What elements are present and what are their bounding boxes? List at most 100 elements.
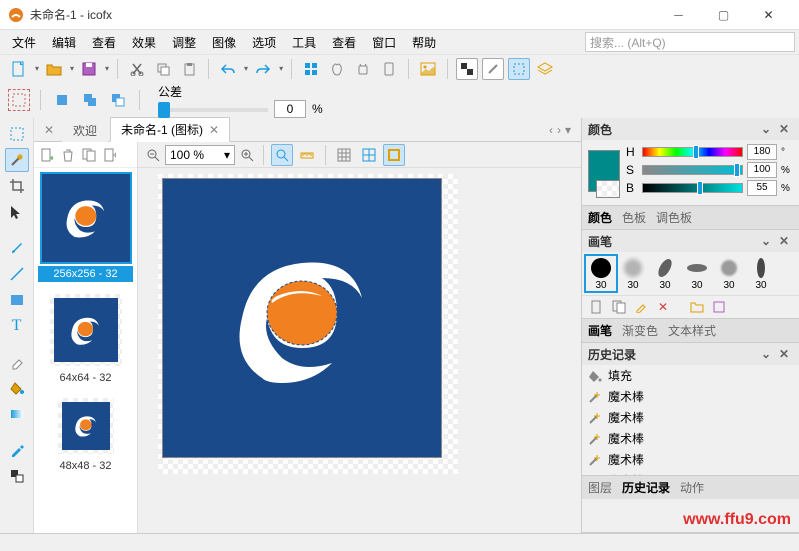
tab-list[interactable]: ▾	[565, 123, 571, 137]
menu-view2[interactable]: 查看	[324, 32, 364, 53]
history-item[interactable]: 魔术棒	[582, 428, 799, 449]
new-button[interactable]	[8, 58, 30, 80]
paste-button[interactable]	[178, 58, 200, 80]
tolerance-slider[interactable]	[158, 108, 268, 112]
brush-save[interactable]	[710, 298, 728, 316]
size-item[interactable]: 48x48 - 32	[34, 392, 137, 480]
guides-button[interactable]	[358, 144, 380, 166]
menu-options[interactable]: 选项	[244, 32, 284, 53]
background-color[interactable]	[596, 180, 620, 198]
selection-tool-icon[interactable]	[8, 89, 30, 111]
fill-tool[interactable]	[5, 376, 29, 400]
tab-next[interactable]: ›	[557, 123, 561, 137]
sat-slider[interactable]	[642, 165, 743, 175]
history-tab-layers[interactable]: 图层	[588, 479, 612, 496]
move-tool[interactable]	[5, 200, 29, 224]
brush-tool[interactable]	[5, 236, 29, 260]
android-icon[interactable]	[352, 58, 374, 80]
color-tab-swatch[interactable]: 色板	[622, 209, 646, 226]
gradient-tool[interactable]	[5, 402, 29, 426]
add-size-button[interactable]	[38, 146, 56, 164]
color-swap-tool[interactable]	[5, 464, 29, 488]
undo-button[interactable]	[217, 58, 239, 80]
brush-preset[interactable]: 30	[586, 256, 616, 291]
brush-tab-brush[interactable]: 画笔	[588, 322, 612, 339]
brush-tab-gradient[interactable]: 渐变色	[622, 322, 658, 339]
brush-tab-text[interactable]: 文本样式	[668, 322, 716, 339]
open-button[interactable]	[43, 58, 65, 80]
minimize-button[interactable]: ─	[656, 0, 701, 30]
windows-icon[interactable]	[300, 58, 322, 80]
history-item[interactable]: 魔术棒	[582, 386, 799, 407]
cut-button[interactable]	[126, 58, 148, 80]
copy-button[interactable]	[152, 58, 174, 80]
grid-button[interactable]	[333, 144, 355, 166]
bri-value[interactable]: 55	[747, 180, 777, 196]
brush-preset[interactable]: 30	[650, 256, 680, 291]
close-icon[interactable]: ✕	[779, 347, 793, 361]
zoom-combo[interactable]: 100 %▾	[165, 145, 235, 165]
menu-image[interactable]: 图像	[204, 32, 244, 53]
eyedropper-tool[interactable]	[5, 438, 29, 462]
chevron-down-icon[interactable]: ⌄	[761, 347, 775, 361]
tab-document[interactable]: 未命名-1 (图标)✕	[110, 117, 230, 142]
chevron-down-icon[interactable]: ▾	[35, 64, 39, 73]
size-item[interactable]: 256x256 - 32	[34, 168, 137, 288]
phone-icon[interactable]	[378, 58, 400, 80]
chevron-down-icon[interactable]: ▾	[279, 64, 283, 73]
eraser-tool[interactable]	[5, 350, 29, 374]
bri-slider[interactable]	[642, 183, 743, 193]
zoom-in-button[interactable]	[238, 146, 256, 164]
color-tab-color[interactable]: 颜色	[588, 209, 612, 226]
hue-value[interactable]: 180	[747, 144, 777, 160]
magic-wand-tool[interactable]	[5, 148, 29, 172]
history-tab-history[interactable]: 历史记录	[622, 479, 670, 496]
brush-preset[interactable]: 30	[746, 256, 776, 291]
pencil-grid-icon[interactable]	[482, 58, 504, 80]
brush-delete[interactable]: ✕	[654, 298, 672, 316]
menu-tools[interactable]: 工具	[284, 32, 324, 53]
history-item[interactable]: 魔术棒	[582, 449, 799, 470]
hue-slider[interactable]	[642, 147, 743, 157]
selection-mode-icon[interactable]	[508, 58, 530, 80]
sel-mode-sub[interactable]	[107, 89, 129, 111]
brush-dup[interactable]	[610, 298, 628, 316]
menu-window[interactable]: 窗口	[364, 32, 404, 53]
zoom-tool-button[interactable]	[271, 144, 293, 166]
bounds-button[interactable]	[383, 144, 405, 166]
zoom-out-button[interactable]	[144, 146, 162, 164]
export-button[interactable]	[101, 146, 119, 164]
grid-a-icon[interactable]	[456, 58, 478, 80]
size-item[interactable]: 64x64 - 32	[34, 288, 137, 392]
line-tool[interactable]	[5, 262, 29, 286]
apple-icon[interactable]	[326, 58, 348, 80]
chevron-down-icon[interactable]: ▾	[70, 64, 74, 73]
tab-welcome[interactable]: 欢迎	[62, 118, 108, 142]
menu-effects[interactable]: 效果	[124, 32, 164, 53]
menu-file[interactable]: 文件	[4, 32, 44, 53]
brush-preset[interactable]: 30	[682, 256, 712, 291]
redo-button[interactable]	[252, 58, 274, 80]
layers-icon[interactable]	[534, 58, 556, 80]
history-item[interactable]: 魔术棒	[582, 407, 799, 428]
menu-view[interactable]: 查看	[84, 32, 124, 53]
brush-edit[interactable]	[632, 298, 650, 316]
history-tab-actions[interactable]: 动作	[680, 479, 704, 496]
brush-new[interactable]	[588, 298, 606, 316]
save-button[interactable]	[78, 58, 100, 80]
image-icon[interactable]	[417, 58, 439, 80]
tab-prev[interactable]: ‹	[549, 123, 553, 137]
ruler-button[interactable]	[296, 144, 318, 166]
sel-mode-new[interactable]	[51, 89, 73, 111]
chevron-down-icon[interactable]: ▾	[244, 64, 248, 73]
tolerance-value[interactable]: 0	[274, 100, 306, 118]
close-icon[interactable]: ✕	[779, 122, 793, 136]
rect-tool[interactable]	[5, 288, 29, 312]
close-button[interactable]: ✕	[746, 0, 791, 30]
delete-size-button[interactable]	[59, 146, 77, 164]
sat-value[interactable]: 100	[747, 162, 777, 178]
history-item[interactable]: 填充	[582, 365, 799, 386]
chevron-down-icon[interactable]: ⌄	[761, 234, 775, 248]
brush-preset[interactable]: 30	[618, 256, 648, 291]
sel-mode-add[interactable]	[79, 89, 101, 111]
